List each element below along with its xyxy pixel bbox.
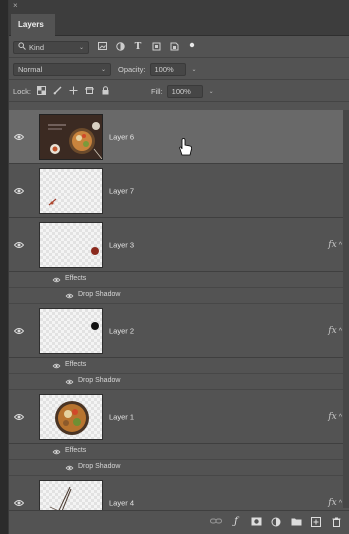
pointer-cursor-icon (179, 138, 192, 156)
chevron-up-icon: ^ (338, 241, 342, 249)
type-filter-icon[interactable]: T (133, 42, 143, 52)
blend-mode-dropdown[interactable]: Normal ⌄ (13, 62, 111, 76)
drop-shadow-label: Drop Shadow (78, 463, 121, 470)
eye-icon[interactable] (65, 293, 74, 299)
chevron-up-icon: ^ (338, 413, 342, 421)
search-icon (18, 42, 26, 52)
layers-bottom-toolbar: ƒ (9, 510, 349, 534)
drop-shadow-label: Drop Shadow (78, 377, 121, 384)
chevron-up-icon: ^ (338, 499, 342, 507)
effects-label: Effects (65, 361, 87, 368)
add-mask-icon[interactable] (250, 517, 262, 529)
chevron-down-icon: ⌄ (100, 66, 106, 73)
fx-icon: fx (328, 325, 337, 336)
eye-icon[interactable] (52, 363, 61, 369)
close-panel-icon[interactable]: × (13, 1, 18, 10)
layer-row[interactable]: Layer 1 fx ^ (9, 390, 349, 444)
drop-shadow-row[interactable]: Drop Shadow (9, 288, 349, 304)
effects-label: Effects (65, 447, 87, 454)
layer-row[interactable]: Layer 2 fx ^ (9, 304, 349, 358)
fill-field[interactable]: 100% (166, 84, 203, 98)
fx-icon: fx (328, 411, 337, 422)
layer-thumbnail (39, 308, 103, 354)
fill-value: 100% (171, 86, 191, 96)
filter-toggle-icon[interactable] (187, 42, 197, 52)
panel-top-bar: × (9, 0, 349, 14)
link-layers-icon[interactable] (210, 517, 222, 529)
layer-thumbnail (39, 168, 103, 214)
fill-chevron-icon[interactable]: ⌄ (209, 88, 214, 95)
blend-row: Normal ⌄ Opacity: 100% ⌄ (9, 58, 349, 80)
opacity-value: 100% (154, 64, 174, 74)
new-adjustment-icon[interactable] (270, 517, 282, 529)
new-layer-icon[interactable] (310, 517, 322, 529)
layer-name[interactable]: Layer 6 (109, 132, 134, 141)
eye-icon[interactable] (14, 413, 24, 421)
eye-icon[interactable] (14, 187, 24, 195)
smart-object-filter-icon[interactable] (169, 42, 179, 52)
lock-paint-icon[interactable] (53, 86, 63, 96)
eye-icon[interactable] (14, 499, 24, 507)
adjustment-filter-icon[interactable] (115, 42, 125, 52)
add-style-icon[interactable]: ƒ (230, 517, 242, 529)
layer-thumbnail (39, 114, 103, 160)
chevron-down-icon: ⌄ (78, 44, 84, 51)
opacity-field[interactable]: 100% (149, 62, 186, 76)
shape-filter-icon[interactable] (151, 42, 161, 52)
eye-icon[interactable] (14, 327, 24, 335)
chevron-up-icon: ^ (338, 327, 342, 335)
layer-row[interactable]: Layer 6 (9, 110, 349, 164)
image-filter-icon[interactable] (97, 42, 107, 52)
lock-all-icon[interactable] (101, 86, 111, 96)
tab-layers[interactable]: Layers (11, 14, 55, 36)
lock-row: Lock: Fill: 100% ⌄ (9, 80, 349, 102)
lock-label: Lock: (13, 86, 31, 96)
eye-icon[interactable] (65, 379, 74, 385)
fill-label: Fill: (151, 86, 163, 96)
drop-shadow-label: Drop Shadow (78, 291, 121, 298)
layer-name[interactable]: Layer 1 (109, 412, 134, 421)
layers-list: Layer 6 Layer 7 Layer 3 fx ^ Effects Dro… (9, 110, 349, 530)
eye-icon[interactable] (52, 277, 61, 283)
blend-mode-label: Normal (18, 64, 43, 74)
lock-artboard-icon[interactable] (85, 86, 95, 96)
eye-icon[interactable] (14, 241, 24, 249)
layer-effects-toggle[interactable]: fx ^ (328, 412, 342, 422)
eye-icon[interactable] (52, 449, 61, 455)
filter-kind-dropdown[interactable]: Kind ⌄ (13, 40, 89, 54)
effects-row[interactable]: Effects (9, 358, 349, 374)
effects-row[interactable]: Effects (9, 272, 349, 288)
layers-panel: × Layers Kind ⌄ T Normal ⌄ Opacity: 100%… (8, 0, 349, 534)
opacity-label: Opacity: (118, 64, 146, 74)
layer-row[interactable]: Layer 7 (9, 164, 349, 218)
layer-row[interactable]: Layer 3 fx ^ (9, 218, 349, 272)
fx-icon: fx (328, 497, 337, 508)
scrollbar[interactable] (343, 110, 349, 508)
eye-icon[interactable] (14, 133, 24, 141)
layer-thumbnail (39, 222, 103, 268)
layer-name[interactable]: Layer 2 (109, 326, 134, 335)
layer-name[interactable]: Layer 3 (109, 240, 134, 249)
fx-icon: fx (328, 239, 337, 250)
effects-row[interactable]: Effects (9, 444, 349, 460)
tab-bar: Layers (9, 14, 349, 36)
filter-row: Kind ⌄ T (9, 36, 349, 58)
filter-kind-label: Kind (29, 42, 45, 52)
delete-layer-icon[interactable] (330, 517, 342, 529)
layer-effects-toggle[interactable]: fx ^ (328, 326, 342, 336)
layer-thumbnail (39, 394, 103, 440)
layer-effects-toggle[interactable]: fx ^ (328, 498, 342, 508)
layer-effects-toggle[interactable]: fx ^ (328, 240, 342, 250)
new-group-icon[interactable] (290, 517, 302, 529)
layer-name[interactable]: Layer 7 (109, 186, 134, 195)
drop-shadow-row[interactable]: Drop Shadow (9, 374, 349, 390)
effects-label: Effects (65, 275, 87, 282)
opacity-chevron-icon[interactable]: ⌄ (192, 66, 197, 73)
layer-name[interactable]: Layer 4 (109, 498, 134, 507)
eye-icon[interactable] (65, 465, 74, 471)
drop-shadow-row[interactable]: Drop Shadow (9, 460, 349, 476)
lock-position-icon[interactable] (69, 86, 79, 96)
lock-transparent-icon[interactable] (37, 86, 47, 96)
